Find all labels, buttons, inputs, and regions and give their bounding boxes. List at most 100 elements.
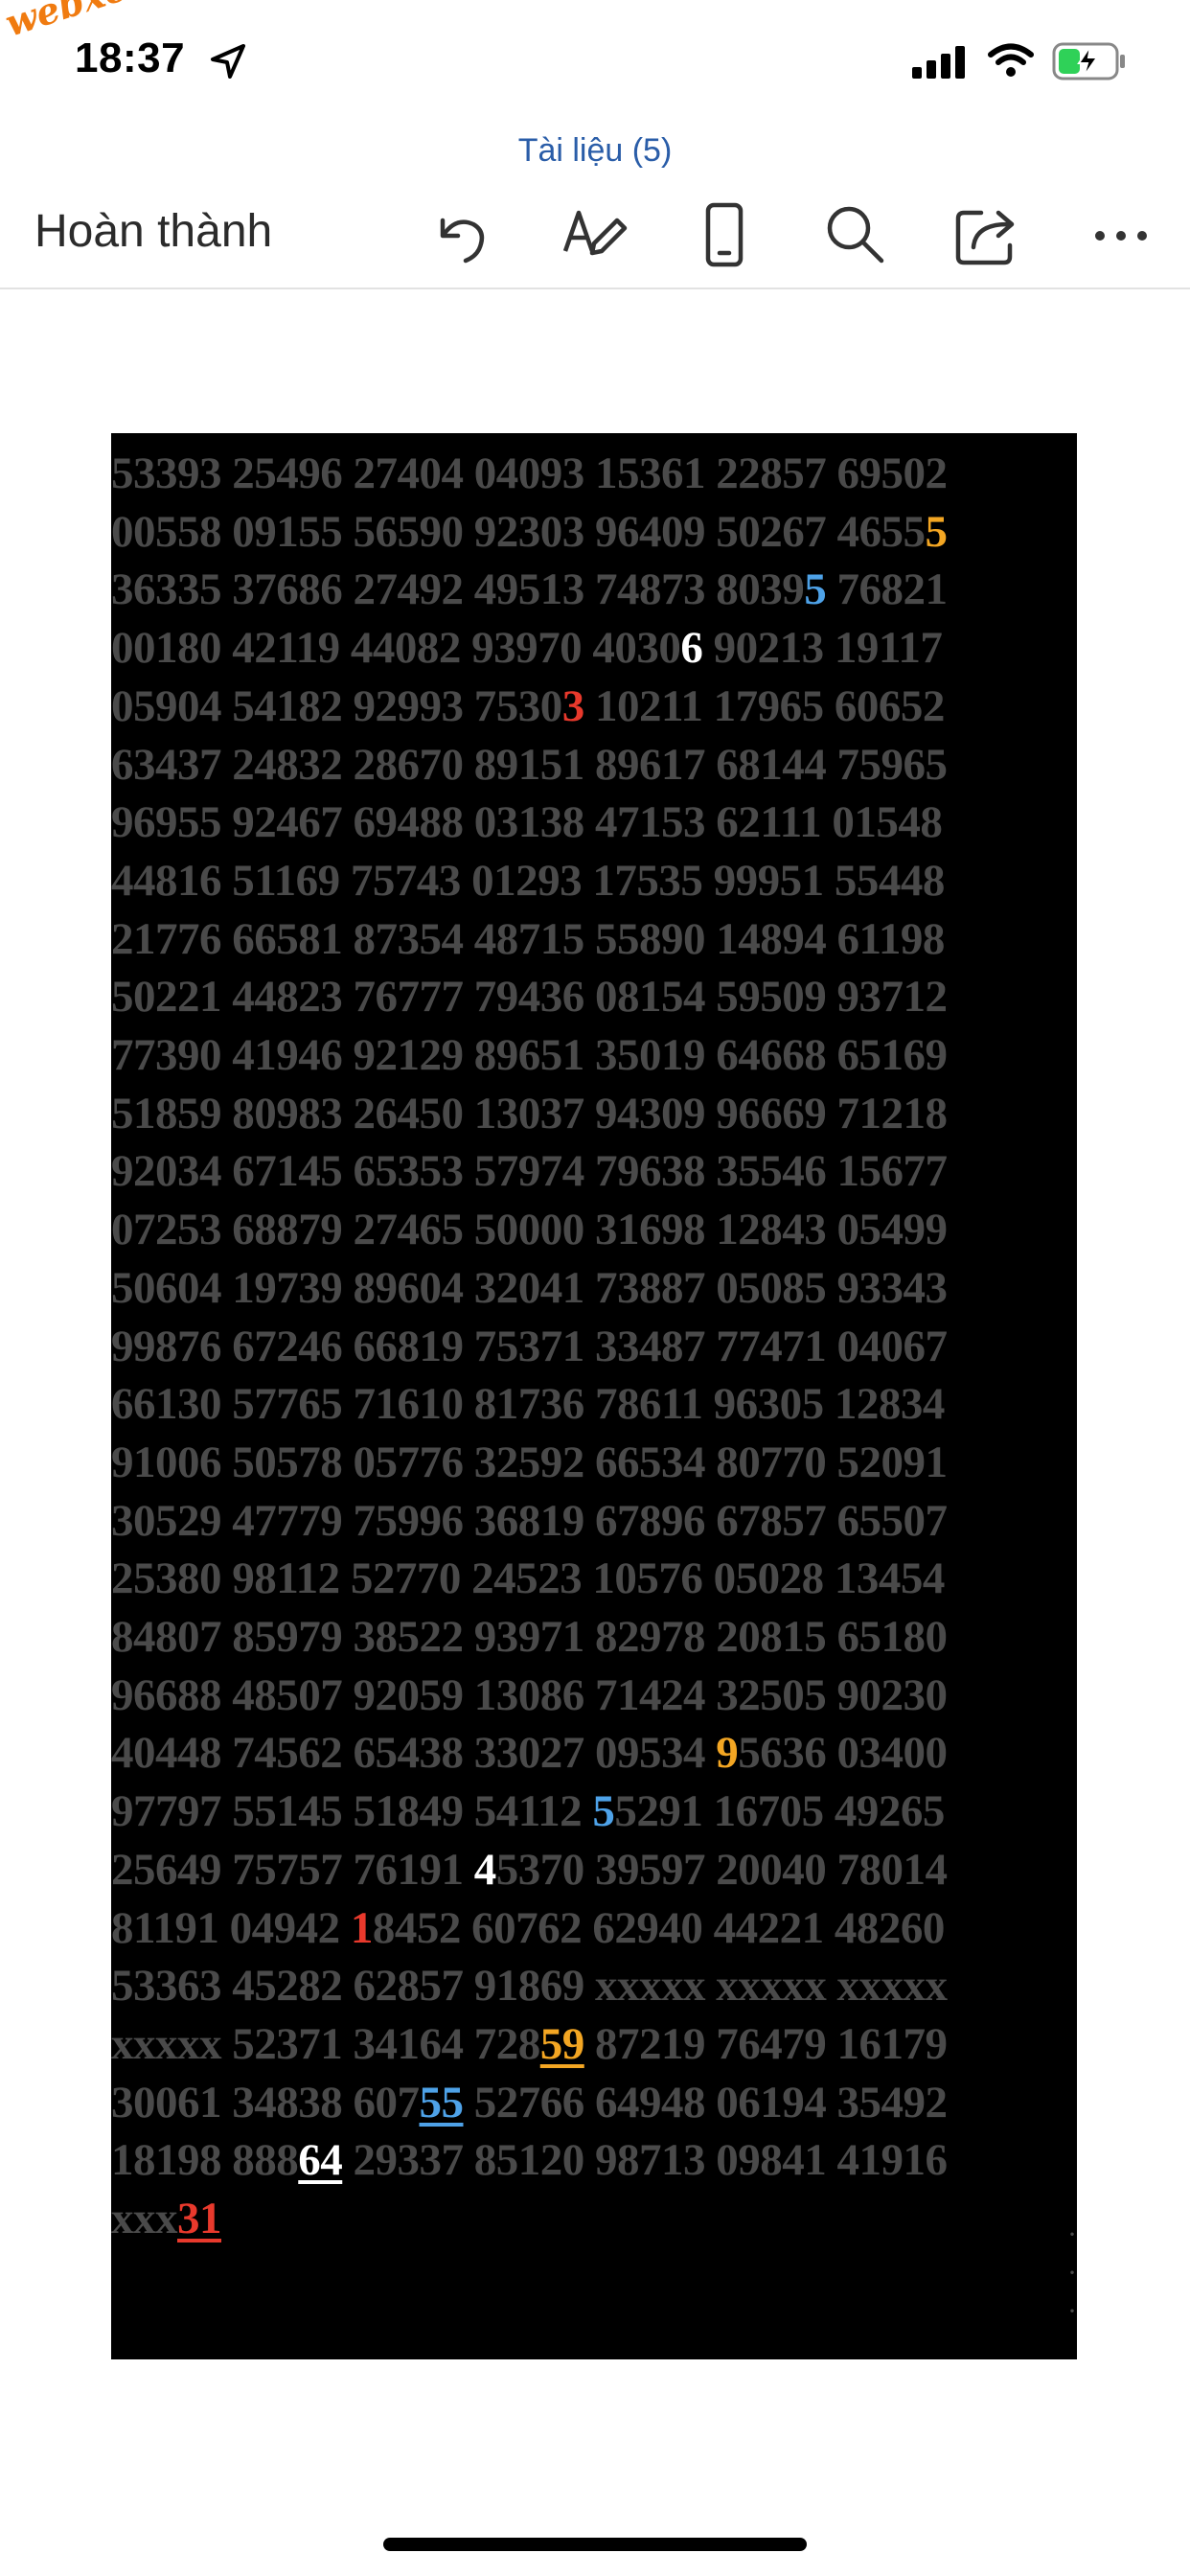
highlighted-digit: 6 xyxy=(680,623,703,674)
draw-pen-icon[interactable] xyxy=(560,199,629,268)
number-text: 53363 45282 62857 91869 xxxxx xxxxx xxxx… xyxy=(111,1961,948,2012)
number-row: 25649 75757 76191 45370 39597 20040 7801… xyxy=(111,1841,1077,1898)
number-row: 05904 54182 92993 75303 10211 17965 6065… xyxy=(111,678,1077,735)
mobile-view-icon[interactable] xyxy=(690,199,759,268)
number-text: 96688 48507 92059 13086 71424 32505 9023… xyxy=(111,1669,948,1720)
number-row: 30061 34838 60755 52766 64948 06194 3549… xyxy=(111,2074,1077,2131)
highlighted-digit: 59 xyxy=(539,2018,585,2069)
number-row: 53363 45282 62857 91869 xxxxx xxxxx xxxx… xyxy=(111,1957,1077,2014)
number-text: 18198 888 xyxy=(111,2135,299,2186)
number-text: 5636 03400 xyxy=(738,1728,948,1779)
number-text: 63437 24832 28670 89151 89617 68144 7596… xyxy=(111,739,948,790)
number-text: 44816 51169 75743 01293 17535 99951 5544… xyxy=(111,855,945,906)
highlighted-digit: 5 xyxy=(592,1786,615,1837)
number-text: 5291 16705 49265 xyxy=(614,1786,945,1837)
number-text: 52766 64948 06194 35492 xyxy=(463,2077,948,2128)
status-bar: 18:37 webxoso.net xyxy=(0,0,1190,125)
number-text: 5370 39597 20040 78014 xyxy=(495,1844,948,1895)
number-row: 40448 74562 65438 33027 09534 95636 0340… xyxy=(111,1724,1077,1782)
number-text: 99876 67246 66819 75371 33487 77471 0406… xyxy=(111,1321,948,1371)
battery-charging-icon xyxy=(1052,42,1125,80)
toolbar: Hoàn thành xyxy=(0,192,1190,288)
highlighted-digit: 5 xyxy=(925,506,949,557)
number-text: 50221 44823 76777 79436 08154 59509 9371… xyxy=(111,972,948,1023)
signal-icon xyxy=(912,46,965,79)
number-text: xxx xyxy=(111,2194,178,2243)
number-text: 05904 54182 92993 7530 xyxy=(111,680,562,731)
highlighted-digit: 1 xyxy=(350,1902,374,1953)
number-text: 29337 85120 98713 09841 41916 xyxy=(342,2135,949,2186)
number-row: 21776 66581 87354 48715 55890 14894 6119… xyxy=(111,910,1077,968)
number-row: 50221 44823 76777 79436 08154 59509 9371… xyxy=(111,968,1077,1025)
number-text: 76821 xyxy=(826,564,949,615)
number-text: 30529 47779 75996 36819 67896 67857 6550… xyxy=(111,1495,948,1546)
document-page: · · · 53393 25496 27404 04093 15361 22857 … xyxy=(111,433,1077,2359)
share-icon[interactable] xyxy=(952,199,1021,268)
number-row: 66130 57765 71610 81736 78611 96305 1283… xyxy=(111,1375,1077,1433)
number-row: 53393 25496 27404 04093 15361 22857 6950… xyxy=(111,445,1077,502)
number-text: 07253 68879 27465 50000 31698 12843 0549… xyxy=(111,1205,948,1255)
number-row: 36335 37686 27492 49513 74873 80395 7682… xyxy=(111,561,1077,618)
number-row: 91006 50578 05776 32592 66534 80770 5209… xyxy=(111,1434,1077,1491)
number-text: 91006 50578 05776 32592 66534 80770 5209… xyxy=(111,1437,948,1487)
number-text: 90213 19117 xyxy=(702,623,943,674)
highlighted-digit: 9 xyxy=(716,1728,739,1779)
toolbar-divider xyxy=(0,288,1190,289)
number-row: 96955 92467 69488 03138 47153 62111 0154… xyxy=(111,794,1077,851)
highlighted-digit: 3 xyxy=(561,680,585,731)
number-text: 51859 80983 26450 13037 94309 96669 7121… xyxy=(111,1088,948,1138)
number-row: 99876 67246 66819 75371 33487 77471 0406… xyxy=(111,1318,1077,1375)
number-text: 81191 04942 xyxy=(111,1902,351,1953)
number-text: 96955 92467 69488 03138 47153 62111 0154… xyxy=(111,797,943,848)
number-row: 00558 09155 56590 92303 96409 50267 4655… xyxy=(111,503,1077,561)
wifi-icon xyxy=(988,43,1034,77)
highlighted-digit: 64 xyxy=(298,2135,343,2186)
status-time: 18:37 xyxy=(75,34,186,81)
number-row: 25380 98112 52770 24523 10576 05028 1345… xyxy=(111,1550,1077,1607)
highlighted-digit: 5 xyxy=(804,564,827,615)
number-row: 07253 68879 27465 50000 31698 12843 0549… xyxy=(111,1201,1077,1258)
highlighted-digit: 31 xyxy=(177,2194,222,2243)
number-text: 97797 55145 51849 54112 xyxy=(111,1786,593,1837)
number-text: 53393 25496 27404 04093 15361 22857 6950… xyxy=(111,448,948,498)
search-icon[interactable] xyxy=(820,199,889,268)
number-text: 00180 42119 44082 93970 4030 xyxy=(111,623,681,674)
number-text: 30061 34838 607 xyxy=(111,2077,420,2128)
number-row: xxxxx 52371 34164 72859 87219 76479 1617… xyxy=(111,2015,1077,2073)
number-text: 25649 75757 76191 xyxy=(111,1844,474,1895)
number-text: 36335 37686 27492 49513 74873 8039 xyxy=(111,564,805,615)
number-text: 10211 17965 60652 xyxy=(584,680,945,731)
number-text: 21776 66581 87354 48715 55890 14894 6119… xyxy=(111,913,945,964)
done-button[interactable]: Hoàn thành xyxy=(34,205,272,258)
number-row: 51859 80983 26450 13037 94309 96669 7121… xyxy=(111,1085,1077,1142)
number-text: 84807 85979 38522 93971 82978 20815 6518… xyxy=(111,1612,948,1662)
number-text: 00558 09155 56590 92303 96409 50267 4655 xyxy=(111,506,926,557)
number-row: 18198 88864 29337 85120 98713 09841 4191… xyxy=(111,2131,1077,2189)
highlighted-digit: 55 xyxy=(419,2077,465,2128)
number-row: xxx31 xyxy=(111,2190,1077,2247)
number-text: 25380 98112 52770 24523 10576 05028 1345… xyxy=(111,1553,945,1604)
number-row: 00180 42119 44082 93970 40306 90213 1911… xyxy=(111,619,1077,677)
undo-icon[interactable] xyxy=(427,199,496,268)
number-row: 81191 04942 18452 60762 62940 44221 4826… xyxy=(111,1899,1077,1957)
number-text: 66130 57765 71610 81736 78611 96305 1283… xyxy=(111,1379,945,1430)
number-row: 30529 47779 75996 36819 67896 67857 6550… xyxy=(111,1492,1077,1550)
more-icon[interactable] xyxy=(1087,199,1156,268)
highlighted-digit: 4 xyxy=(473,1844,497,1895)
number-row: 77390 41946 92129 89651 35019 64668 6516… xyxy=(111,1026,1077,1084)
number-text: 92034 67145 65353 57974 79638 35546 1567… xyxy=(111,1146,948,1197)
number-text: 8452 60762 62940 44221 48260 xyxy=(372,1902,946,1953)
number-text: 77390 41946 92129 89651 35019 64668 6516… xyxy=(111,1030,948,1080)
home-indicator[interactable] xyxy=(383,2538,807,2551)
number-text: xxxxx 52371 34164 728 xyxy=(111,2018,540,2069)
number-row: 84807 85979 38522 93971 82978 20815 6518… xyxy=(111,1608,1077,1666)
number-row: 96688 48507 92059 13086 71424 32505 9023… xyxy=(111,1667,1077,1724)
number-text: 40448 74562 65438 33027 09534 xyxy=(111,1728,717,1779)
number-row: 97797 55145 51849 54112 55291 16705 4926… xyxy=(111,1782,1077,1840)
number-text: 87219 76479 16179 xyxy=(584,2018,948,2069)
number-row: 63437 24832 28670 89151 89617 68144 7596… xyxy=(111,736,1077,794)
number-row: 44816 51169 75743 01293 17535 99951 5544… xyxy=(111,852,1077,909)
document-title[interactable]: Tài liệu (5) xyxy=(0,132,1190,170)
number-row: 50604 19739 89604 32041 73887 05085 9334… xyxy=(111,1259,1077,1317)
location-arrow-icon xyxy=(211,44,245,79)
